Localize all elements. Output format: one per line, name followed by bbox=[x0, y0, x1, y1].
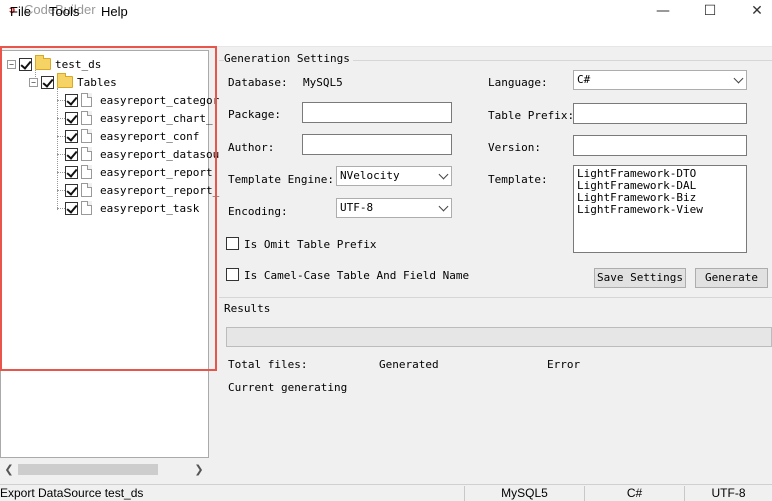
checkbox-checked-icon[interactable] bbox=[65, 165, 78, 179]
scroll-right-icon[interactable]: ❯ bbox=[193, 461, 205, 478]
save-settings-button[interactable]: Save Settings bbox=[594, 268, 686, 288]
package-input[interactable] bbox=[302, 102, 452, 123]
menu-file[interactable]: File bbox=[10, 4, 31, 19]
tree-node-table[interactable]: easyreport_chart_ bbox=[65, 110, 213, 126]
maximize-button[interactable]: ☐ bbox=[687, 0, 733, 22]
template-label: Template: bbox=[488, 173, 548, 186]
menu-bar bbox=[0, 24, 772, 47]
scrollbar-thumb[interactable] bbox=[18, 464, 158, 475]
version-label: Version: bbox=[488, 141, 541, 154]
tree-node-label: easyreport_datasou bbox=[100, 147, 220, 161]
version-input[interactable] bbox=[573, 135, 747, 156]
tree-node-label: easyreport_report_ bbox=[100, 183, 220, 197]
table-file-icon bbox=[81, 165, 92, 179]
error-label: Error bbox=[547, 358, 581, 371]
tree-node-label: easyreport_categor bbox=[100, 93, 220, 107]
status-database: MySQL5 bbox=[464, 486, 584, 501]
close-button[interactable]: ✕ bbox=[734, 0, 772, 22]
folder-icon bbox=[57, 73, 73, 88]
omit-prefix-checkbox[interactable] bbox=[226, 237, 239, 250]
encoding-select[interactable]: UTF-8 bbox=[336, 198, 452, 218]
camel-case-label[interactable]: Is Camel-Case Table And Field Name bbox=[244, 269, 469, 282]
table-file-icon bbox=[81, 147, 92, 161]
package-label: Package: bbox=[228, 108, 281, 121]
status-encoding: UTF-8 bbox=[684, 486, 772, 501]
camel-case-checkbox[interactable] bbox=[226, 268, 239, 281]
template-engine-label: Template Engine: bbox=[228, 173, 334, 186]
status-message: Export DataSource test_ds bbox=[0, 486, 144, 500]
checkbox-checked-icon[interactable] bbox=[65, 93, 78, 107]
tree-node-table[interactable]: easyreport_datasou bbox=[65, 146, 219, 162]
scroll-left-icon[interactable]: ❮ bbox=[3, 461, 15, 478]
table-file-icon bbox=[81, 201, 92, 215]
tree-node-table[interactable]: easyreport_task bbox=[65, 200, 199, 216]
generation-settings-legend: Generation Settings bbox=[224, 52, 353, 65]
checkbox-checked-icon[interactable] bbox=[65, 111, 78, 125]
table-file-icon bbox=[81, 93, 92, 107]
tree-node-table[interactable]: easyreport_report_ bbox=[65, 182, 219, 198]
status-language: C# bbox=[584, 486, 684, 501]
omit-prefix-label[interactable]: Is Omit Table Prefix bbox=[244, 238, 376, 251]
language-select[interactable]: C# bbox=[573, 70, 747, 90]
tree-node-label: easyreport_report bbox=[100, 165, 213, 179]
folder-icon bbox=[35, 55, 51, 70]
maximize-icon: ☐ bbox=[703, 3, 717, 19]
tree-node-label: easyreport_chart_ bbox=[100, 111, 213, 125]
author-label: Author: bbox=[228, 141, 275, 154]
tree-horizontal-scrollbar[interactable]: ❮ ❯ bbox=[1, 461, 208, 478]
table-prefix-input[interactable] bbox=[573, 103, 747, 124]
chevron-down-icon bbox=[733, 73, 744, 84]
table-file-icon bbox=[81, 129, 92, 143]
database-value: MySQL5 bbox=[303, 76, 343, 89]
close-icon: ✕ bbox=[751, 3, 763, 19]
results-legend: Results bbox=[224, 302, 274, 315]
collapse-icon[interactable]: − bbox=[29, 77, 38, 87]
checkbox-checked-icon[interactable] bbox=[65, 183, 78, 197]
template-listbox[interactable]: LightFramework-DTO LightFramework-DAL Li… bbox=[573, 165, 747, 253]
table-file-icon bbox=[81, 183, 92, 197]
tree-node-label: easyreport_task bbox=[100, 201, 200, 215]
total-files-label: Total files: bbox=[228, 358, 308, 371]
generation-progress-bar bbox=[226, 327, 772, 347]
encoding-value: UTF-8 bbox=[340, 201, 374, 214]
checkbox-checked-icon[interactable] bbox=[65, 147, 78, 161]
tree-node-label: Tables bbox=[77, 75, 117, 89]
current-generating-label: Current generating bbox=[228, 381, 348, 394]
table-file-icon bbox=[81, 111, 92, 125]
author-input[interactable] bbox=[302, 134, 452, 155]
tree-node-table[interactable]: easyreport_report bbox=[65, 164, 213, 180]
language-label: Language: bbox=[488, 76, 548, 89]
tree-connector bbox=[57, 88, 58, 210]
chevron-down-icon bbox=[438, 201, 449, 212]
chevron-down-icon bbox=[438, 169, 449, 180]
minimize-button[interactable]: — bbox=[640, 0, 686, 22]
tree-node-datasource[interactable]: − test_ds bbox=[7, 55, 102, 72]
collapse-icon[interactable]: − bbox=[7, 59, 16, 69]
tree-node-table[interactable]: easyreport_categor bbox=[65, 92, 219, 108]
generated-label: Generated bbox=[379, 358, 439, 371]
template-engine-select[interactable]: NVelocity bbox=[336, 166, 452, 186]
results-group bbox=[219, 297, 772, 447]
database-label: Database: bbox=[228, 76, 288, 89]
tree-node-tables[interactable]: − Tables bbox=[29, 73, 117, 90]
checkbox-checked-icon[interactable] bbox=[41, 75, 54, 89]
template-engine-value: NVelocity bbox=[340, 169, 400, 182]
table-prefix-label: Table Prefix: bbox=[488, 109, 575, 122]
tree-node-label: test_ds bbox=[55, 57, 102, 71]
datasource-tree[interactable]: − test_ds − Tables easyreport_categor ea… bbox=[0, 50, 219, 458]
tree-node-label: easyreport_conf bbox=[100, 129, 200, 143]
menu-tools[interactable]: Tools bbox=[49, 4, 79, 19]
encoding-label: Encoding: bbox=[228, 205, 288, 218]
menu-help[interactable]: Help bbox=[101, 4, 128, 19]
checkbox-checked-icon[interactable] bbox=[65, 201, 78, 215]
minimize-icon: — bbox=[656, 3, 670, 19]
language-value: C# bbox=[577, 73, 591, 86]
checkbox-checked-icon[interactable] bbox=[19, 57, 32, 71]
generate-button[interactable]: Generate bbox=[695, 268, 768, 288]
tree-node-table[interactable]: easyreport_conf bbox=[65, 128, 199, 144]
checkbox-checked-icon[interactable] bbox=[65, 129, 78, 143]
template-option[interactable]: LightFramework-View bbox=[577, 204, 743, 216]
